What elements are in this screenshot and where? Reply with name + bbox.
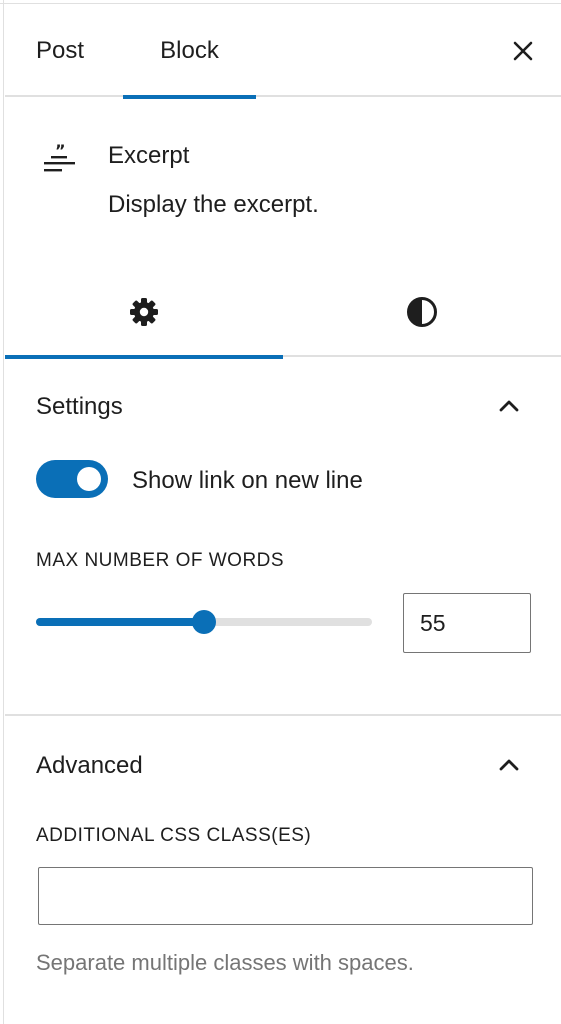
max-words-label: MAX NUMBER OF WORDS (36, 550, 285, 571)
tab-post[interactable]: Post (19, 5, 109, 97)
gear-icon (130, 298, 158, 326)
close-button[interactable] (505, 33, 541, 69)
show-link-toggle[interactable] (36, 460, 108, 498)
excerpt-icon: ” (41, 139, 77, 175)
block-inspector-sidebar: Post Block ” Excerpt Display the excerpt… (5, 5, 561, 1024)
tab-block-label: Block (160, 37, 219, 64)
settings-collapse-button[interactable] (491, 388, 527, 424)
css-class-input[interactable] (38, 867, 533, 925)
max-words-slider-thumb[interactable] (192, 610, 216, 634)
toggle-knob (77, 467, 101, 491)
css-class-help: Separate multiple classes with spaces. (36, 950, 414, 975)
max-words-slider-fill (36, 618, 204, 626)
css-class-label: ADDITIONAL CSS CLASS(ES) (36, 825, 312, 846)
chevron-up-icon (499, 400, 519, 412)
close-icon (513, 41, 533, 61)
sidebar-header: Post Block (5, 5, 561, 99)
advanced-panel-title: Advanced (36, 752, 143, 779)
editor-top-edge (0, 0, 561, 4)
show-link-label: Show link on new line (132, 467, 363, 494)
max-words-input[interactable] (403, 593, 531, 653)
tab-styles[interactable] (283, 267, 561, 357)
section-divider (5, 714, 561, 716)
settings-panel-title: Settings (36, 393, 123, 420)
advanced-collapse-button[interactable] (491, 747, 527, 783)
contrast-icon (407, 297, 437, 327)
tab-settings[interactable] (5, 267, 283, 359)
block-title: Excerpt (108, 142, 190, 169)
block-card: ” Excerpt Display the excerpt. (5, 99, 561, 254)
editor-edge (0, 0, 4, 1024)
tab-block[interactable]: Block (123, 5, 256, 99)
inspector-tabs (5, 267, 561, 359)
tab-post-label: Post (36, 37, 85, 64)
block-description: Display the excerpt. (108, 191, 319, 218)
chevron-up-icon (499, 759, 519, 771)
